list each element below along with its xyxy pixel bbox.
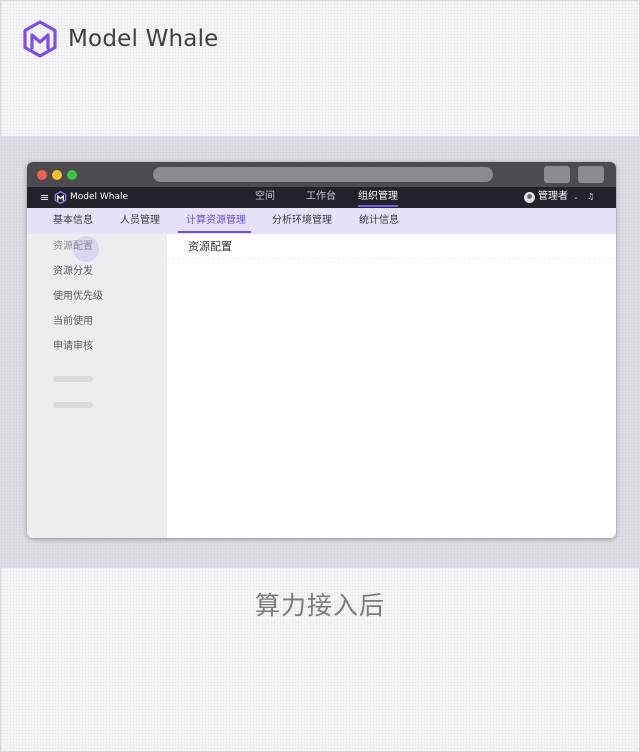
app-window: ≡ Model Whale 空间 工作台 组织管理 管理者 ⌄ ♫ 基本信息 人…: [27, 162, 616, 538]
sidebar-item-current-usage[interactable]: 当前使用: [53, 315, 93, 329]
model-whale-logo-icon: [23, 20, 57, 58]
tab-analysis-env[interactable]: 分析环境管理: [272, 214, 332, 228]
menu-icon[interactable]: ≡: [40, 191, 49, 204]
tab-basic-info[interactable]: 基本信息: [53, 214, 93, 228]
address-bar[interactable]: [153, 167, 493, 182]
nav-item-org-management[interactable]: 组织管理: [358, 190, 398, 204]
sidebar-item-priority[interactable]: 使用优先级: [53, 290, 103, 304]
sidebar: 资源配置 资源分发 使用优先级 当前使用 申请审核: [27, 234, 167, 538]
nav-item-space[interactable]: 空间: [255, 190, 275, 204]
chevron-down-icon[interactable]: ⌄: [573, 191, 579, 203]
subnav-active-indicator: [178, 231, 251, 233]
minimize-window-icon[interactable]: [52, 170, 62, 180]
user-avatar-icon[interactable]: [524, 192, 535, 203]
tab-compute-resources[interactable]: 计算资源管理: [186, 214, 246, 228]
window-titlebar: [27, 162, 616, 187]
nav-logo-icon[interactable]: [54, 191, 67, 204]
sub-navigation: 基本信息 人员管理 计算资源管理 分析环境管理 统计信息: [27, 208, 616, 234]
toolbar-button-2[interactable]: [578, 166, 604, 183]
nav-brand-name: Model Whale: [70, 192, 129, 202]
sidebar-item-application-review[interactable]: 申请审核: [53, 340, 93, 354]
sidebar-item-resource-config[interactable]: 资源配置: [53, 240, 93, 254]
nav-active-indicator: [358, 205, 398, 207]
close-window-icon[interactable]: [37, 170, 47, 180]
toolbar-button-1[interactable]: [544, 166, 570, 183]
slide-caption: 算力接入后: [254, 591, 385, 620]
user-name[interactable]: 管理者: [538, 190, 568, 204]
sidebar-item-resource-distribution[interactable]: 资源分发: [53, 265, 93, 279]
maximize-window-icon[interactable]: [67, 170, 77, 180]
brand-name: Model Whale: [68, 26, 219, 52]
brand-logo: Model Whale: [22, 20, 219, 58]
nav-item-workbench[interactable]: 工作台: [306, 190, 336, 204]
content-divider: [167, 258, 616, 259]
top-navigation: ≡ Model Whale 空间 工作台 组织管理 管理者 ⌄ ♫: [27, 187, 616, 208]
bell-icon[interactable]: ♫: [587, 191, 594, 203]
tab-member-management[interactable]: 人员管理: [120, 214, 160, 228]
skeleton-placeholder: [53, 402, 93, 408]
page-title: 资源配置: [188, 240, 232, 253]
tab-statistics[interactable]: 统计信息: [359, 214, 399, 228]
skeleton-placeholder: [53, 376, 93, 382]
